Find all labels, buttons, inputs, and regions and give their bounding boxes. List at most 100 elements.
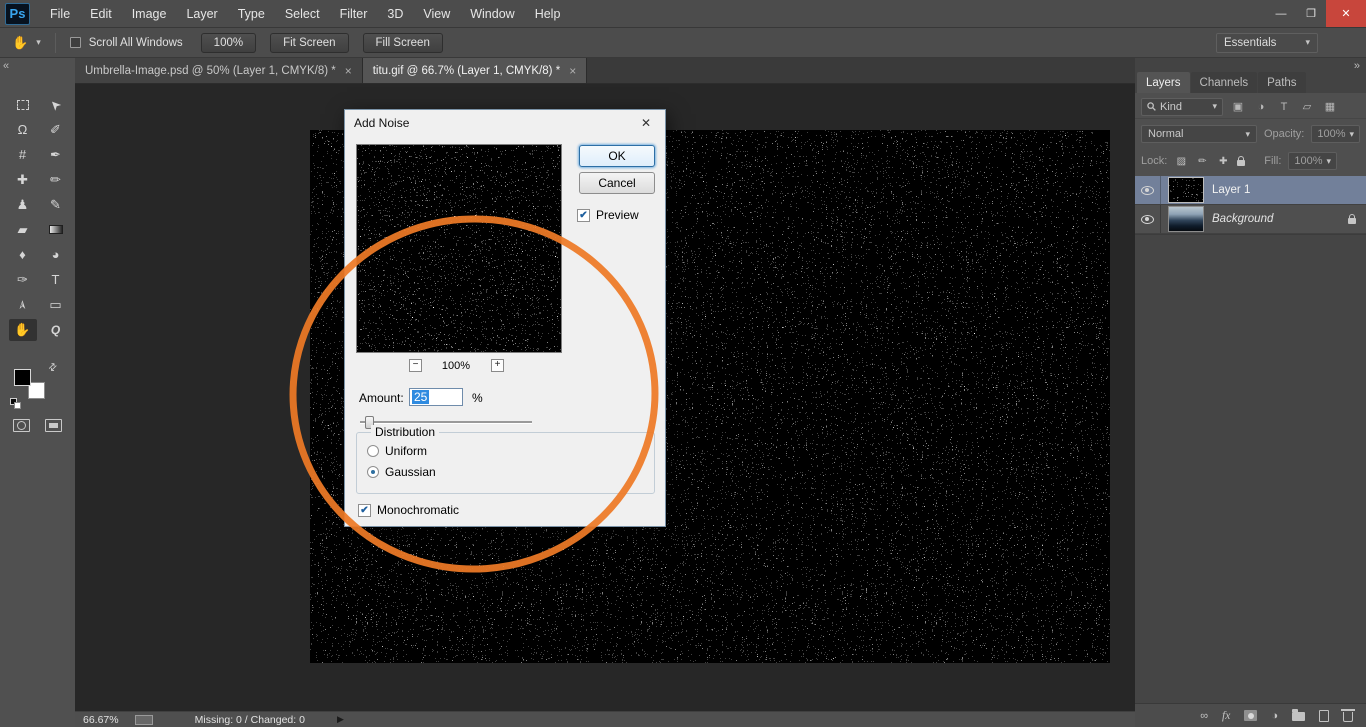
tool-pen[interactable]: ✑ [9,269,37,291]
restore-button[interactable]: ❐ [1296,0,1326,27]
tool-brush[interactable]: ✏ [42,169,70,191]
tool-hand[interactable]: ✋ [9,319,37,341]
pixel-layer-filter-icon[interactable]: ▣ [1230,100,1246,113]
ok-button[interactable]: OK [579,145,655,167]
layer-thumbnail[interactable] [1168,206,1204,232]
delete-layer-icon[interactable] [1343,712,1353,722]
lock-position-icon[interactable]: ✚ [1216,156,1230,167]
fill-value[interactable]: 100% ▾ [1288,152,1337,170]
swap-colors-icon[interactable]: ⇄ [46,361,60,375]
add-layer-mask-icon[interactable] [1244,710,1257,721]
tool-crop[interactable]: # [9,144,37,166]
layers-empty-area [1135,234,1366,703]
collapse-tools-icon[interactable]: « [3,61,9,71]
tool-rectangular-marquee[interactable] [9,94,37,116]
status-menu-arrow-icon[interactable]: ▶ [337,714,344,725]
monochromatic-checkbox[interactable]: ✔ [358,504,371,517]
tool-eyedropper[interactable]: ✒ [42,144,70,166]
tool-preset-caret-icon[interactable]: ▾ [36,37,41,48]
layer-thumbnail[interactable] [1168,177,1204,203]
tool-gradient[interactable] [42,219,70,241]
tool-move[interactable]: ➤ [42,94,70,116]
lock-transparency-icon[interactable]: ▨ [1174,156,1188,167]
blend-mode-select[interactable]: Normal ▾ [1141,125,1257,143]
slider-track [360,421,532,423]
lock-pixels-icon[interactable]: ✏ [1195,156,1209,167]
foreground-color-swatch[interactable] [14,369,31,386]
default-colors-icon[interactable] [10,398,20,408]
preview-checkbox[interactable]: ✔ [577,209,590,222]
fill-screen-button[interactable]: Fill Screen [363,33,443,53]
actual-pixels-button[interactable]: 100% [201,33,256,53]
tool-blur[interactable]: ♦ [9,244,37,266]
menu-layer[interactable]: Layer [176,0,227,28]
photoshop-window: Ps File Edit Image Layer Type Select Fil… [0,0,1366,727]
dialog-title[interactable]: Add Noise [345,110,665,136]
fit-screen-button[interactable]: Fit Screen [270,33,348,53]
menu-filter[interactable]: Filter [330,0,378,28]
menu-view[interactable]: View [413,0,460,28]
visibility-cell[interactable] [1135,205,1161,233]
new-group-icon[interactable] [1292,712,1305,721]
opacity-value[interactable]: 100% ▾ [1311,125,1360,143]
tab-umbrella-image[interactable]: Umbrella-Image.psd @ 50% (Layer 1, CMYK/… [75,58,363,83]
layer-filter-kind-select[interactable]: Kind ▾ [1141,98,1223,116]
hand-tool-preset-icon[interactable]: ✋ [12,35,28,51]
layer-name[interactable]: Layer 1 [1212,184,1250,196]
screen-mode-button[interactable] [45,419,62,432]
layer-name[interactable]: Background [1212,213,1273,225]
gaussian-radio[interactable] [367,466,379,478]
tool-zoom[interactable]: Q [42,319,70,341]
tool-lasso[interactable]: Ω [9,119,37,141]
menu-edit[interactable]: Edit [80,0,122,28]
smart-object-filter-icon[interactable]: ▦ [1322,100,1338,113]
adjustment-layer-icon[interactable]: ◑ [1271,710,1278,722]
lock-all-icon[interactable] [1237,160,1245,166]
menu-select[interactable]: Select [275,0,330,28]
quick-mask-button[interactable] [13,419,30,432]
zoom-level-field[interactable]: 66.67% [83,714,119,726]
tab-close-icon[interactable]: × [345,64,352,78]
new-layer-icon[interactable] [1319,710,1329,722]
link-layers-icon[interactable]: ∞ [1200,710,1208,722]
preview-zoom-in-button[interactable]: + [491,359,504,372]
tab-close-icon[interactable]: × [569,64,576,78]
preview-zoom-out-button[interactable]: − [409,359,422,372]
tool-type[interactable]: T [42,269,70,291]
tool-quick-selection[interactable]: ✐ [42,119,70,141]
collapse-dock-icon[interactable]: » [1354,61,1360,71]
minimize-button[interactable]: — [1266,0,1296,27]
tool-eraser[interactable]: ▰ [9,219,37,241]
tool-clone-stamp[interactable]: ♟ [9,194,37,216]
adjustment-layer-filter-icon[interactable]: ◑ [1253,101,1269,113]
tab-paths[interactable]: Paths [1258,72,1305,93]
tab-titu-gif[interactable]: titu.gif @ 66.7% (Layer 1, CMYK/8) * × [363,58,587,83]
tool-healing-brush[interactable]: ✚ [9,169,37,191]
scroll-all-windows-checkbox[interactable] [70,37,81,48]
amount-input[interactable]: 25 [409,388,463,406]
menu-image[interactable]: Image [122,0,177,28]
cancel-button[interactable]: Cancel [579,172,655,194]
noise-preview-box[interactable] [356,144,562,353]
menu-3d[interactable]: 3D [377,0,413,28]
menu-window[interactable]: Window [460,0,524,28]
tool-dodge[interactable]: ◕ [42,244,70,266]
tool-rectangle-shape[interactable]: ▭ [42,294,70,316]
tool-history-brush[interactable]: ✎ [42,194,70,216]
menu-file[interactable]: File [40,0,80,28]
tool-path-selection[interactable]: ➢ [9,294,37,316]
uniform-radio[interactable] [367,445,379,457]
layer-row-background[interactable]: Background [1135,205,1366,234]
layer-effects-icon[interactable]: fx [1222,710,1230,722]
layer-row-layer-1[interactable]: Layer 1 [1135,176,1366,205]
type-layer-filter-icon[interactable]: T [1276,101,1292,113]
workspace-switcher[interactable]: Essentials ▾ [1216,33,1318,53]
close-window-button[interactable]: ✕ [1326,0,1366,27]
menu-help[interactable]: Help [525,0,571,28]
dialog-close-icon[interactable]: ✕ [634,114,658,131]
visibility-cell[interactable] [1135,176,1161,204]
tab-channels[interactable]: Channels [1191,72,1258,93]
menu-type[interactable]: Type [228,0,275,28]
shape-layer-filter-icon[interactable]: ▱ [1299,100,1315,113]
tab-layers[interactable]: Layers [1137,72,1190,93]
